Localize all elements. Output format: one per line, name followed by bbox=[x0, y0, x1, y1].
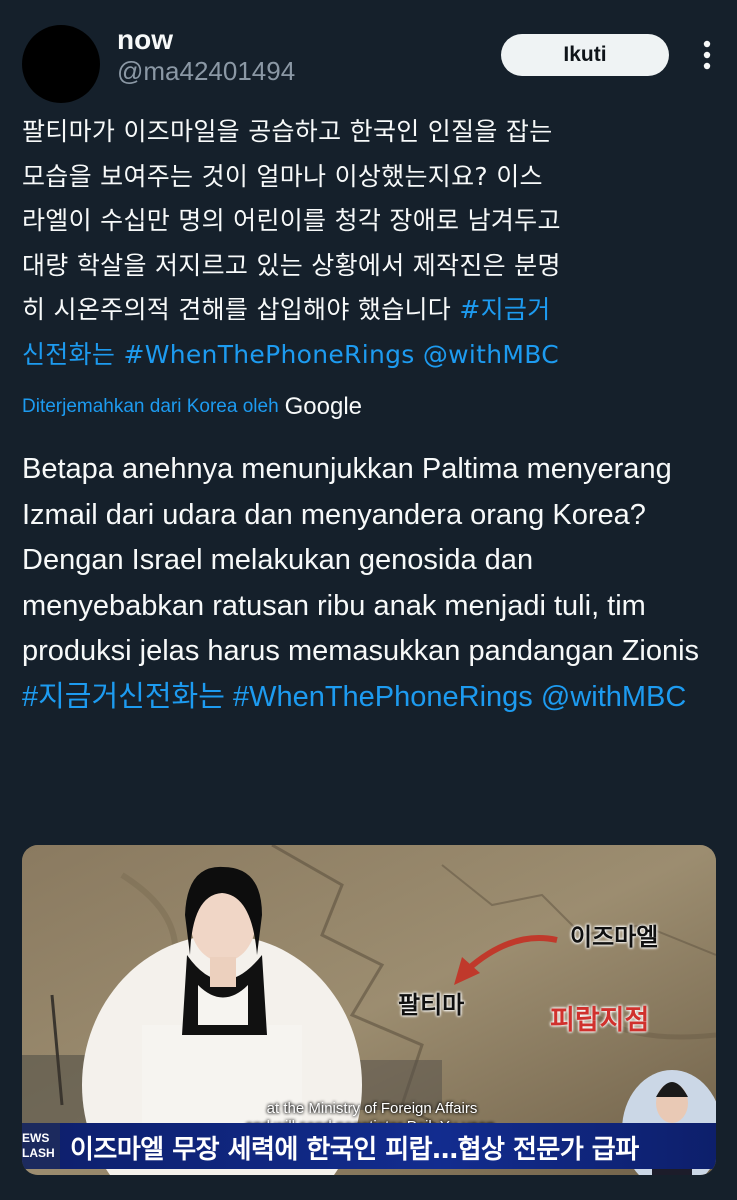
tweet-line: 모습을 보여주는 것이 얼마나 이상했는지요? 이스 bbox=[22, 161, 543, 191]
mention-link[interactable]: @withMBC bbox=[541, 681, 686, 713]
tweet-line: 팔티마가 이즈마일을 공습하고 한국인 인질을 잡는 bbox=[22, 117, 553, 146]
follow-button[interactable]: Ikuti bbox=[501, 34, 669, 76]
mention-link[interactable]: @withMBC bbox=[423, 340, 559, 369]
translation-note-text: Diterjemahkan dari Korea oleh bbox=[22, 396, 279, 417]
tweet-line: 신전화는 #WhenThePhoneRings @withMBC bbox=[22, 333, 722, 378]
map-label: 이즈마엘 bbox=[570, 923, 659, 951]
hashtag-link[interactable]: 신전화는 bbox=[22, 340, 115, 369]
video-subtitle: at the Ministry of Foreign Affairs bbox=[266, 1100, 478, 1117]
tweet-line-text: 히 시온주의적 견해를 삽입해야 했습니다 bbox=[22, 295, 460, 324]
map-label: 피랍지점 bbox=[550, 1005, 650, 1036]
hashtag-link[interactable]: #WhenThePhoneRings bbox=[123, 340, 414, 369]
tweet-header: now @ma42401494 Ikuti bbox=[0, 0, 737, 103]
news-flash-tag: EWS LASH bbox=[22, 1123, 60, 1169]
hashtag-link[interactable]: #WhenThePhoneRings bbox=[233, 681, 533, 713]
author-display-name[interactable]: now bbox=[117, 24, 173, 56]
tweet-line: 라엘이 수십만 명의 어린이를 청각 장애로 남겨두고 bbox=[22, 206, 561, 235]
hashtag-link[interactable]: #지금거신전화는 bbox=[22, 681, 225, 713]
news-headline: 이즈마엘 무장 세력에 한국인 피랍…협상 전문가 급파 bbox=[70, 1135, 639, 1165]
translated-body: Betapa anehnya menunjukkan Paltima menye… bbox=[22, 453, 700, 668]
tweet-text: 팔티마가 이즈마일을 공습하고 한국인 인질을 잡는 모습을 보여주는 것이 얼… bbox=[22, 110, 722, 377]
more-vertical-icon[interactable] bbox=[694, 38, 720, 72]
translated-text: Betapa anehnya menunjukkan Paltima menye… bbox=[22, 447, 722, 721]
avatar[interactable] bbox=[22, 25, 100, 103]
translation-attribution[interactable]: Diterjemahkan dari Korea oleh Google bbox=[22, 393, 362, 421]
hashtag-link[interactable]: #지금거 bbox=[459, 295, 550, 324]
attached-image[interactable]: 이즈마엘 팔티마 피랍지점 at the Ministry of Foreign… bbox=[22, 845, 716, 1175]
tweet-line: 대량 학살을 저지르고 있는 상황에서 제작진은 분명 bbox=[22, 250, 561, 280]
map-label: 팔티마 bbox=[398, 991, 465, 1019]
news-headline-bar: EWS LASH 이즈마엘 무장 세력에 한국인 피랍…협상 전문가 급파 bbox=[22, 1123, 716, 1169]
author-handle[interactable]: @ma42401494 bbox=[117, 56, 295, 87]
google-logo: Google bbox=[284, 393, 363, 420]
tweet-line: 히 시온주의적 견해를 삽입해야 했습니다 #지금거 bbox=[22, 288, 722, 333]
